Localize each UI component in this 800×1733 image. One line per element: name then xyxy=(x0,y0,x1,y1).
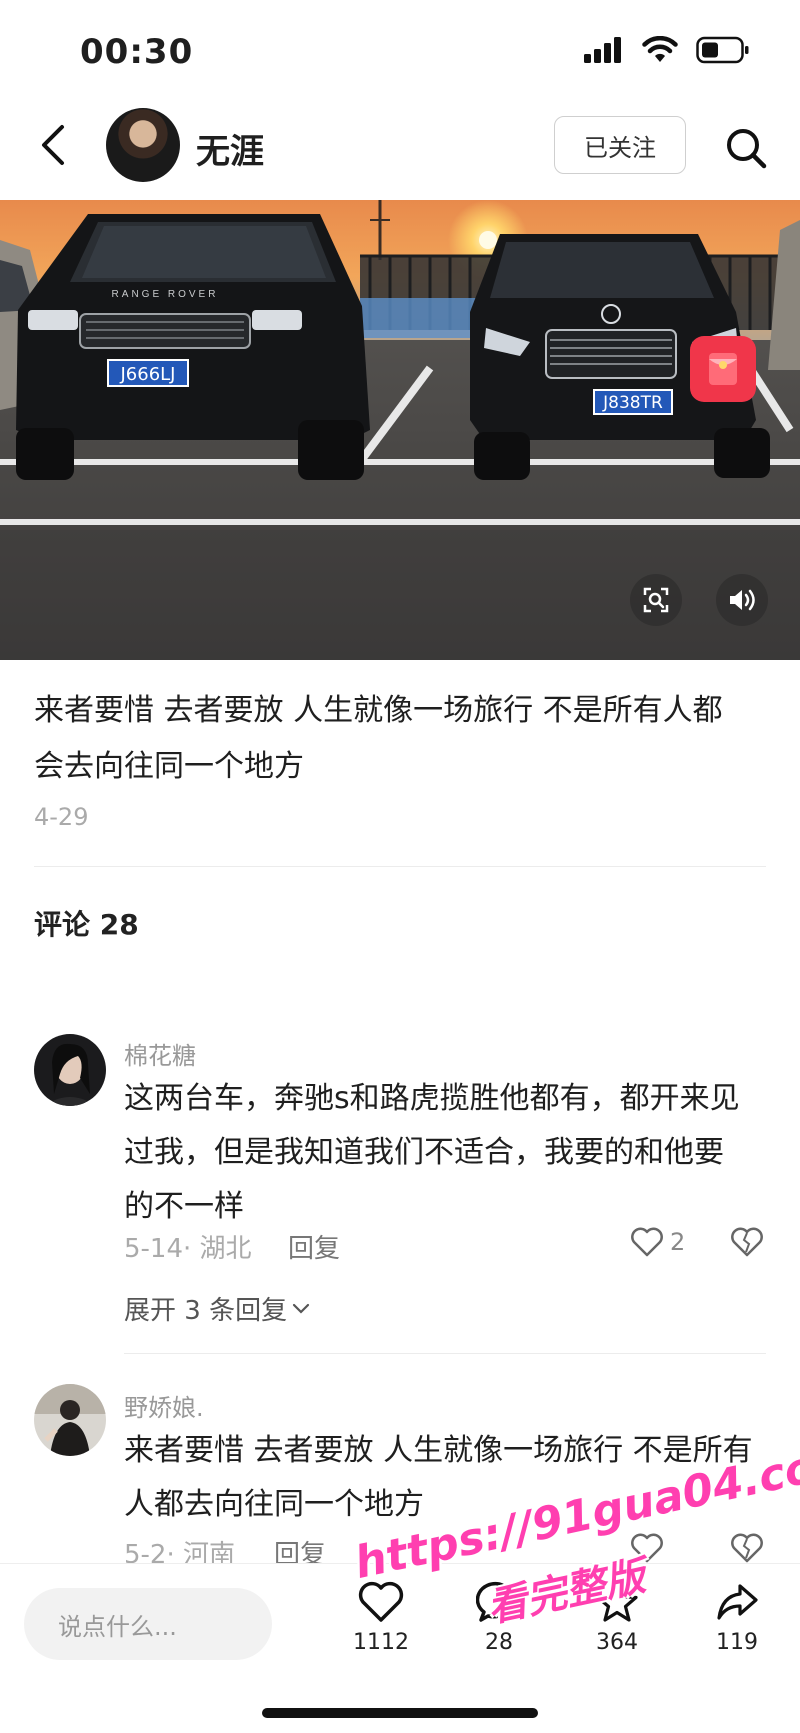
reply-button[interactable]: 回复 xyxy=(288,1228,340,1265)
star-icon xyxy=(596,1582,638,1622)
sound-button[interactable] xyxy=(716,574,768,626)
red-packet-button[interactable] xyxy=(690,336,756,402)
comment-text: 这两台车，奔驰s和路虎揽胜他都有，都开来见 过我，但是我知道我们不适合，我要的和… xyxy=(124,1072,764,1234)
bottom-action-bar: 说点什么... 1112 28 364 119 xyxy=(0,1563,800,1733)
wifi-icon xyxy=(642,35,678,68)
comment-line: 人都去向往同一个地方 xyxy=(124,1487,424,1522)
heart-outline-icon xyxy=(631,1227,663,1257)
comment-bubble-icon xyxy=(476,1581,515,1622)
chevron-down-icon xyxy=(292,1303,310,1314)
plate-left: J666LJ xyxy=(119,364,175,385)
volume-icon xyxy=(730,589,755,611)
back-arrow-icon xyxy=(42,125,64,165)
expand-replies-label: 展开 3 条回复 xyxy=(124,1296,288,1326)
author-name[interactable]: 无涯 xyxy=(196,124,264,173)
comment-text: 来者要惜 去者要放 人生就像一场旅行 不是所有 人都去向往同一个地方 xyxy=(124,1424,764,1532)
comment-line: 这两台车，奔驰s和路虎揽胜他都有，都开来见 xyxy=(124,1081,740,1116)
search-button[interactable] xyxy=(718,120,774,176)
search-icon xyxy=(727,129,767,169)
favorite-button[interactable]: 364 xyxy=(572,1580,662,1655)
share-arrow-icon xyxy=(717,1584,758,1620)
comments-header: 评论 28 xyxy=(34,908,139,941)
heart-icon xyxy=(358,1581,404,1622)
comment-dislike-button[interactable] xyxy=(730,1226,764,1262)
post-caption-line: 会去向往同一个地方 xyxy=(34,749,304,784)
commenter-name[interactable]: 棉花糖 xyxy=(124,1036,196,1071)
top-nav: 无涯 已关注 xyxy=(0,100,800,200)
comment-like-button[interactable]: 2 xyxy=(630,1226,685,1258)
divider xyxy=(34,866,766,867)
author-avatar[interactable] xyxy=(106,108,180,182)
comment-input[interactable]: 说点什么... xyxy=(24,1588,272,1660)
comment-line: 过我，但是我知道我们不适合，我要的和他要 xyxy=(124,1135,724,1170)
share-button[interactable]: 119 xyxy=(692,1580,782,1655)
share-count: 119 xyxy=(716,1630,758,1655)
post-date: 4-29 xyxy=(34,803,89,831)
comment-count: 28 xyxy=(485,1630,513,1655)
comment-button[interactable]: 28 xyxy=(454,1580,544,1655)
status-icons xyxy=(584,35,750,68)
status-bar: 00:30 xyxy=(0,0,800,100)
post-caption-line: 来者要惜 去者要放 人生就像一场旅行 不是所有人都 xyxy=(34,693,723,728)
signal-icon xyxy=(584,37,624,67)
expand-replies-button[interactable]: 展开 3 条回复 xyxy=(124,1290,311,1327)
back-button[interactable] xyxy=(28,120,78,170)
commenter-avatar[interactable] xyxy=(34,1384,106,1456)
commenter-name[interactable]: 野娇娘. xyxy=(124,1388,204,1423)
broken-heart-icon xyxy=(731,1227,763,1257)
scan-icon xyxy=(643,587,669,613)
post-caption: 来者要惜 去者要放 人生就像一场旅行 不是所有人都 会去向往同一个地方 xyxy=(34,683,774,795)
red-envelope-icon xyxy=(709,353,737,385)
heart-outline-icon xyxy=(631,1533,663,1563)
commenter-avatar[interactable] xyxy=(34,1034,106,1106)
battery-icon xyxy=(696,36,750,68)
follow-button[interactable]: 已关注 xyxy=(554,116,686,174)
rover-badge: RANGE ROVER xyxy=(112,289,219,300)
favorite-count: 364 xyxy=(596,1630,638,1655)
comment-like-count: 2 xyxy=(670,1228,686,1256)
divider xyxy=(124,1353,766,1354)
comment-meta: 5-14· 湖北 xyxy=(124,1234,252,1264)
broken-heart-icon xyxy=(731,1533,763,1563)
comment-line: 来者要惜 去者要放 人生就像一场旅行 不是所有 xyxy=(124,1433,753,1468)
like-count: 1112 xyxy=(353,1630,409,1655)
plate-right: J838TR xyxy=(602,393,663,413)
scan-button[interactable] xyxy=(630,574,682,626)
comment-input-placeholder: 说点什么... xyxy=(58,1612,177,1641)
like-button[interactable]: 1112 xyxy=(336,1580,426,1655)
status-time: 00:30 xyxy=(80,32,194,72)
home-indicator xyxy=(262,1708,538,1718)
comment-like-button[interactable] xyxy=(630,1532,664,1564)
